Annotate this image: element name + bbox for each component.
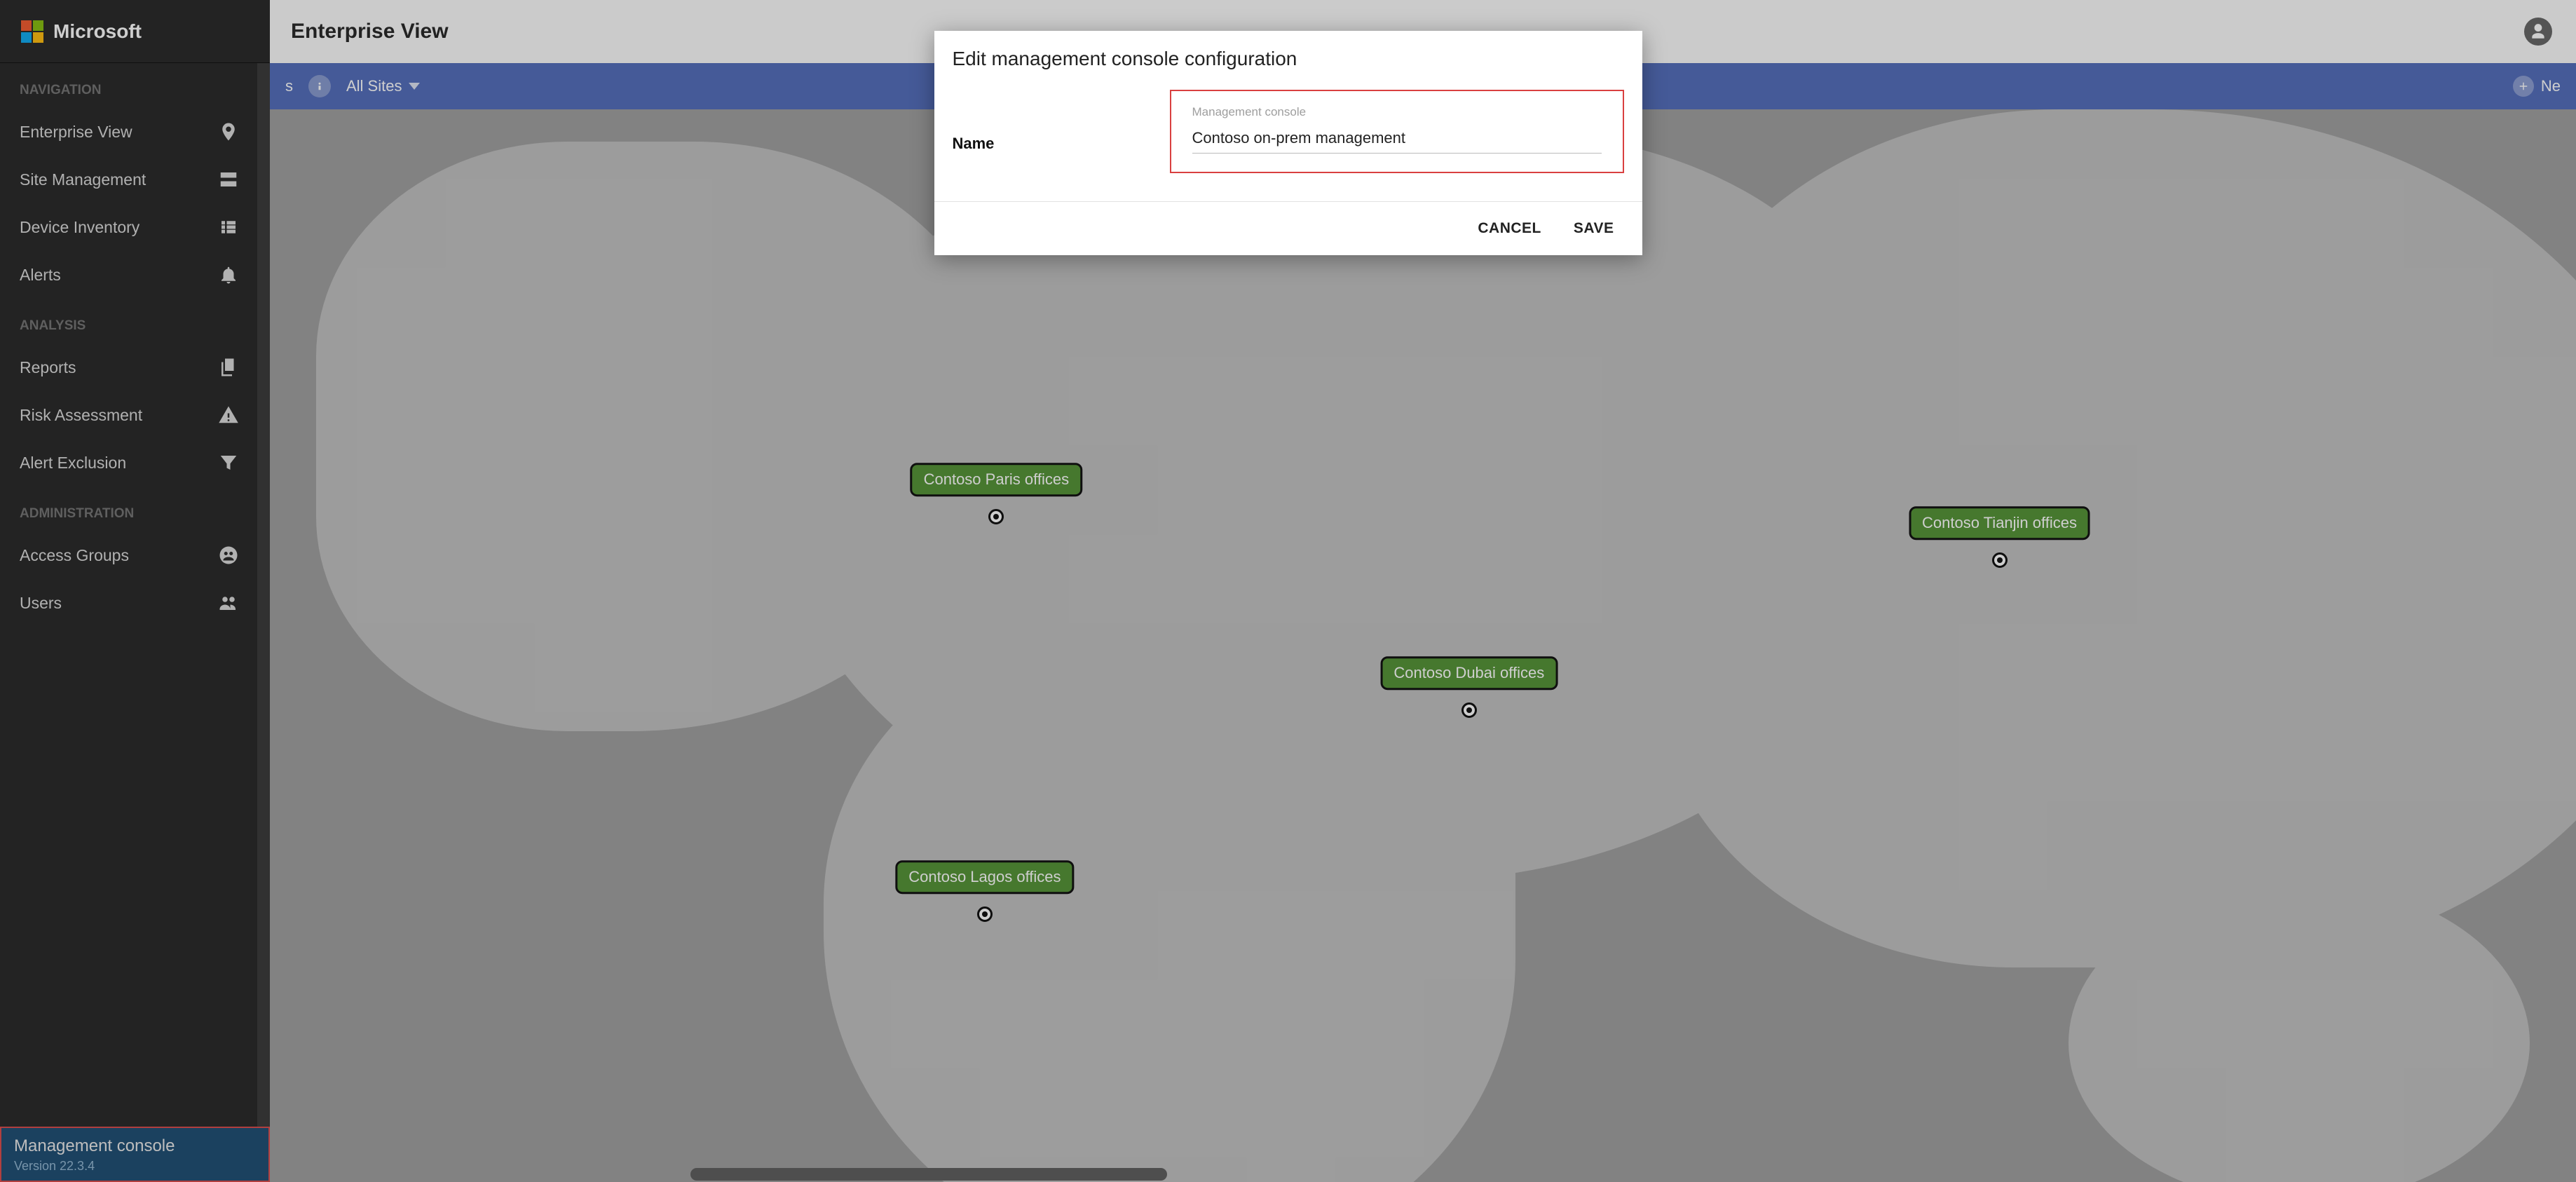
name-float-label: Management console — [1192, 105, 1602, 119]
name-field-container: Management console — [1170, 90, 1624, 173]
modal-overlay: Edit management console configuration Na… — [0, 0, 2576, 1182]
edit-console-dialog: Edit management console configuration Na… — [934, 31, 1642, 255]
dialog-title: Edit management console configuration — [934, 31, 1642, 90]
save-button[interactable]: SAVE — [1574, 220, 1614, 237]
console-name-input[interactable] — [1192, 126, 1602, 154]
cancel-button[interactable]: CANCEL — [1478, 220, 1541, 237]
name-row-label: Name — [953, 90, 1149, 153]
